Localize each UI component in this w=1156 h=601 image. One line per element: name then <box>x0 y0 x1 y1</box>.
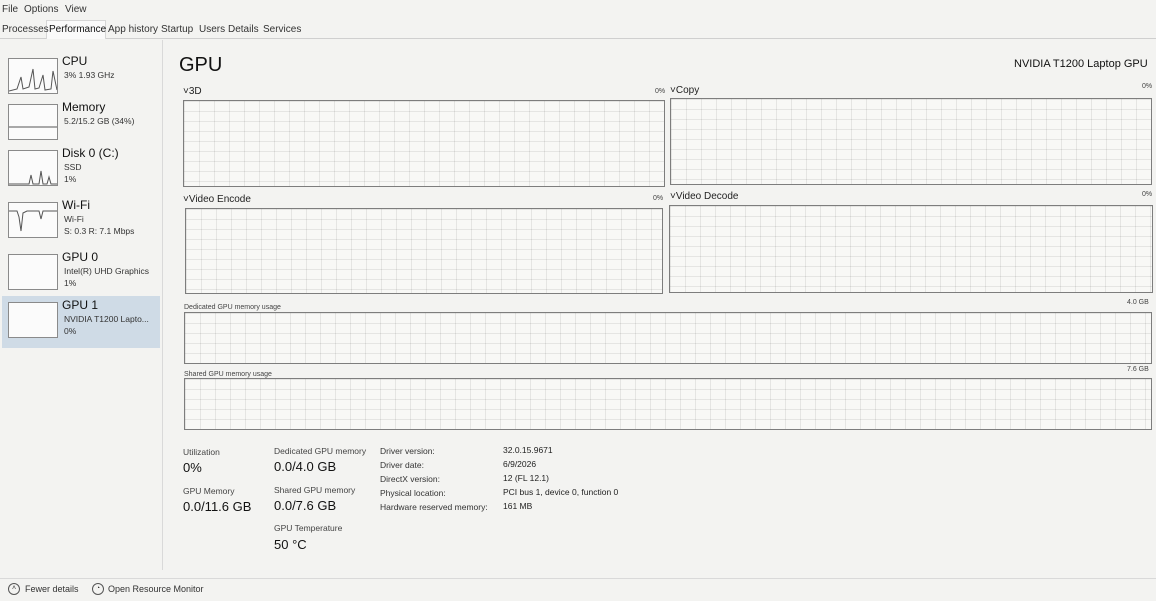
graph-decode-label[interactable]: ˅Video Decode <box>670 191 739 202</box>
performance-sidebar: CPU 3% 1.93 GHz Memory 5.2/15.2 GB (34%)… <box>0 40 163 570</box>
memory-mini-graph <box>8 104 58 140</box>
driver-date-label: Driver date: <box>380 460 424 470</box>
gpu0-mini-graph <box>8 254 58 290</box>
utilization-value: 0% <box>183 460 202 475</box>
sidebar-item-title: CPU <box>62 54 88 68</box>
dedicated-memory-label: Dedicated GPU memory <box>274 446 367 456</box>
sidebar-item-usage: 1% <box>64 278 77 288</box>
sidebar-item-detail: 3% 1.93 GHz <box>64 70 115 80</box>
reserved-memory-value: 161 MB <box>503 501 533 511</box>
footer-bar: ˄ Fewer details ◔ Open Resource Monitor <box>0 578 1156 601</box>
tab-services[interactable]: Services <box>263 24 301 35</box>
graph-encode-label[interactable]: ˅Video Encode <box>183 194 251 205</box>
driver-date-value: 6/9/2026 <box>503 459 537 469</box>
sidebar-item-title: Disk 0 (C:) <box>62 146 119 160</box>
physical-location-value: PCI bus 1, device 0, function 0 <box>503 487 619 497</box>
sidebar-item-cpu[interactable]: CPU 3% 1.93 GHz <box>2 52 160 102</box>
graph-copy <box>670 98 1152 185</box>
graph-shared-memory <box>184 378 1152 430</box>
gpu-temperature-label: GPU Temperature <box>274 523 343 533</box>
shared-memory-graph-max: 7.6 GB <box>1127 366 1149 373</box>
open-resource-monitor-link[interactable]: Open Resource Monitor <box>108 584 204 594</box>
shared-memory-graph-label: Shared GPU memory usage <box>184 371 272 378</box>
page-title: GPU <box>179 54 223 76</box>
graph-decode-percent: 0% <box>1142 191 1153 198</box>
gpu1-mini-graph <box>8 302 58 338</box>
dedicated-memory-value: 0.0/4.0 GB <box>274 459 337 474</box>
sidebar-item-title: GPU 1 <box>62 298 99 312</box>
sidebar-item-gpu1[interactable]: GPU 1 NVIDIA T1200 Lapto... 0% <box>2 296 160 348</box>
sidebar-item-detail: 5.2/15.2 GB (34%) <box>64 116 135 126</box>
graph-encode-percent: 0% <box>653 195 664 202</box>
graph-dedicated-memory <box>184 312 1152 364</box>
tab-app-history[interactable]: App history <box>108 24 158 35</box>
physical-location-label: Physical location: <box>380 488 446 498</box>
sidebar-item-detail: Wi-Fi <box>64 214 84 224</box>
cpu-mini-graph <box>8 58 58 94</box>
gpu-temperature-value: 50 °C <box>274 537 307 552</box>
shared-memory-value: 0.0/7.6 GB <box>274 498 337 513</box>
gpu-memory-value: 0.0/11.6 GB <box>183 499 252 514</box>
sidebar-item-usage: 1% <box>64 174 77 184</box>
sidebar-item-memory[interactable]: Memory 5.2/15.2 GB (34%) <box>2 98 160 148</box>
menu-options[interactable]: Options <box>24 4 58 15</box>
graph-video-decode <box>669 205 1153 293</box>
sidebar-item-usage: 0% <box>64 326 77 336</box>
tab-startup[interactable]: Startup <box>161 24 193 35</box>
sidebar-item-title: GPU 0 <box>62 250 99 264</box>
graph-3d-percent: 0% <box>655 88 666 95</box>
sidebar-item-gpu0[interactable]: GPU 0 Intel(R) UHD Graphics 1% <box>2 248 160 298</box>
sidebar-item-usage: S: 0.3 R: 7.1 Mbps <box>64 226 135 236</box>
menu-bar: File Options View <box>0 0 1156 18</box>
menu-view[interactable]: View <box>65 4 87 15</box>
sidebar-item-wifi[interactable]: Wi-Fi Wi-Fi S: 0.3 R: 7.1 Mbps <box>2 196 160 246</box>
tab-users[interactable]: Users <box>199 24 225 35</box>
fewer-details-link[interactable]: Fewer details <box>25 584 79 594</box>
driver-version-value: 32.0.15.9671 <box>503 445 553 455</box>
resource-monitor-icon[interactable]: ◔ <box>92 583 104 595</box>
sidebar-item-detail: NVIDIA T1200 Lapto... <box>64 314 149 324</box>
tab-bar: Processes Performance App history Startu… <box>0 20 1156 39</box>
sidebar-item-title: Memory <box>62 100 106 114</box>
driver-version-label: Driver version: <box>380 446 435 456</box>
directx-version-label: DirectX version: <box>380 474 440 484</box>
tab-processes[interactable]: Processes <box>2 24 49 35</box>
graph-3d <box>183 100 665 187</box>
tab-performance[interactable]: Performance <box>49 24 106 35</box>
reserved-memory-label: Hardware reserved memory: <box>380 502 488 512</box>
menu-file[interactable]: File <box>2 4 18 15</box>
utilization-label: Utilization <box>183 447 220 457</box>
graph-copy-percent: 0% <box>1142 83 1153 90</box>
sidebar-item-title: Wi-Fi <box>62 198 90 212</box>
sidebar-item-detail: Intel(R) UHD Graphics <box>64 266 150 276</box>
graph-3d-label[interactable]: ˅3D <box>183 86 202 97</box>
directx-version-value: 12 (FL 12.1) <box>503 473 549 483</box>
gpu-device-name: NVIDIA T1200 Laptop GPU <box>1014 58 1148 70</box>
wifi-mini-graph <box>8 202 58 238</box>
dedicated-memory-graph-max: 4.0 GB <box>1127 299 1149 306</box>
disk-mini-graph <box>8 150 58 186</box>
chevron-up-icon[interactable]: ˄ <box>8 583 20 595</box>
gpu-memory-label: GPU Memory <box>183 486 235 496</box>
tab-details[interactable]: Details <box>228 24 259 35</box>
shared-memory-label: Shared GPU memory <box>274 485 356 495</box>
sidebar-item-detail: SSD <box>64 162 82 172</box>
sidebar-item-disk[interactable]: Disk 0 (C:) SSD 1% <box>2 144 160 194</box>
graph-video-encode <box>185 208 663 294</box>
dedicated-memory-graph-label: Dedicated GPU memory usage <box>184 304 281 311</box>
graph-copy-label[interactable]: ˅Copy <box>670 85 699 96</box>
